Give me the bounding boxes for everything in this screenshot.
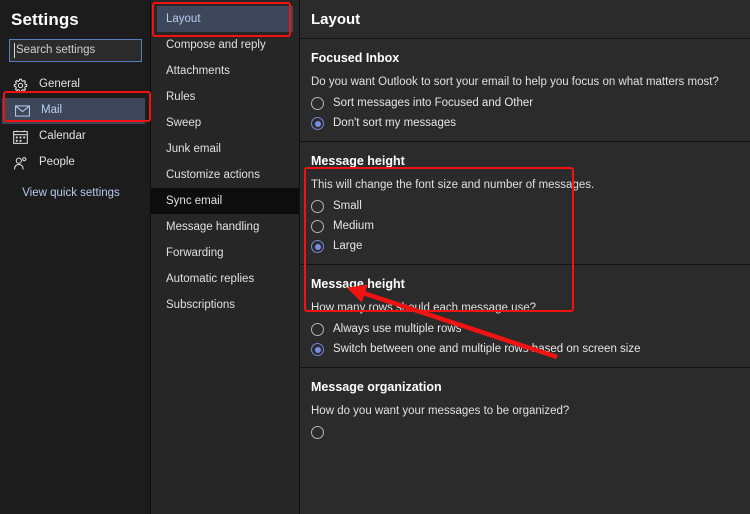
page-title: Settings (11, 10, 79, 29)
radio-label: Always use multiple rows (333, 322, 462, 335)
radio-option-medium[interactable]: Medium (311, 220, 739, 233)
radio-option-small[interactable]: Small (311, 200, 739, 213)
sidebar-item-label: General (39, 78, 80, 91)
radio-label: Don't sort my messages (333, 116, 456, 129)
radio-option-switch-rows[interactable]: Switch between one and multiple rows bas… (311, 343, 739, 356)
view-quick-settings-link[interactable]: View quick settings (0, 187, 150, 199)
radio-option-partial[interactable] (311, 426, 739, 439)
midcol-item[interactable]: Forwarding (151, 240, 299, 266)
text-cursor (14, 43, 15, 58)
radio-label: Medium (333, 219, 374, 232)
sidebar-item-label: People (39, 156, 75, 169)
search-input[interactable] (10, 40, 141, 61)
radio-label: Small (333, 199, 362, 212)
section-description: Do you want Outlook to sort your email t… (311, 76, 719, 88)
sidebar-item-general[interactable]: General (0, 72, 150, 98)
radio-option-large[interactable]: Large (311, 240, 739, 253)
radio-icon[interactable] (311, 200, 324, 213)
gear-icon (12, 77, 29, 93)
radio-label: Switch between one and multiple rows bas… (333, 342, 641, 355)
section-title: Message height (311, 277, 405, 291)
section-message-height-font: Message height This will change the font… (300, 142, 750, 265)
radio-icon-selected[interactable] (311, 240, 324, 253)
sidebar-item-mail[interactable]: Mail (2, 98, 145, 124)
midcol-item[interactable]: Attachments (151, 58, 299, 84)
section-title: Focused Inbox (311, 51, 400, 65)
midcol-item[interactable]: Junk email (151, 136, 299, 162)
midcol-item-sync-email[interactable]: Sync email (151, 188, 299, 214)
person-icon (12, 155, 29, 171)
sidebar-nav: General Mail Calendar People (0, 72, 150, 176)
section-title: Message organization (311, 380, 442, 394)
section-message-height-rows: Message height How many rows should each… (300, 265, 750, 368)
midcol-item[interactable]: Rules (151, 84, 299, 110)
main-header-title: Layout (300, 0, 750, 39)
search-settings-box[interactable] (9, 39, 142, 62)
settings-window: Settings General (0, 0, 750, 514)
sidebar-item-label: Calendar (39, 130, 86, 143)
radio-icon[interactable] (311, 220, 324, 233)
left-sidebar: Settings General (0, 0, 151, 514)
main-content: Layout Focused Inbox Do you want Outlook… (300, 0, 750, 514)
section-description: How many rows should each message use? (311, 302, 537, 314)
radio-option-sort-focused-other[interactable]: Sort messages into Focused and Other (311, 97, 739, 110)
radio-option-dont-sort[interactable]: Don't sort my messages (311, 117, 739, 130)
sidebar-item-label: Mail (41, 104, 63, 117)
midcol-item[interactable]: Customize actions (151, 162, 299, 188)
section-description: How do you want your messages to be orga… (311, 405, 570, 417)
radio-label: Large (333, 239, 363, 252)
radio-icon[interactable] (311, 323, 324, 336)
radio-icon[interactable] (311, 97, 324, 110)
radio-icon[interactable] (311, 426, 324, 439)
section-description: This will change the font size and numbe… (311, 179, 595, 191)
sidebar-item-calendar[interactable]: Calendar (0, 124, 150, 150)
midcol-item[interactable]: Subscriptions (151, 292, 299, 318)
radio-label: Sort messages into Focused and Other (333, 96, 534, 109)
radio-icon-selected[interactable] (311, 117, 324, 130)
sidebar-item-people[interactable]: People (0, 150, 150, 176)
envelope-icon (14, 103, 31, 119)
calendar-icon (12, 129, 29, 145)
midcol-item[interactable]: Compose and reply (151, 32, 299, 58)
section-focused-inbox: Focused Inbox Do you want Outlook to sor… (300, 39, 750, 142)
settings-category-list: Layout Compose and reply Attachments Rul… (151, 0, 300, 514)
midcol-item[interactable]: Automatic replies (151, 266, 299, 292)
radio-option-always-multiple-rows[interactable]: Always use multiple rows (311, 323, 739, 336)
midcol-item-layout[interactable]: Layout (157, 6, 293, 32)
midcol-item[interactable]: Sweep (151, 110, 299, 136)
section-message-organization: Message organization How do you want you… (300, 368, 750, 450)
section-title: Message height (311, 154, 405, 168)
radio-icon-selected[interactable] (311, 343, 324, 356)
midcol-item[interactable]: Message handling (151, 214, 299, 240)
